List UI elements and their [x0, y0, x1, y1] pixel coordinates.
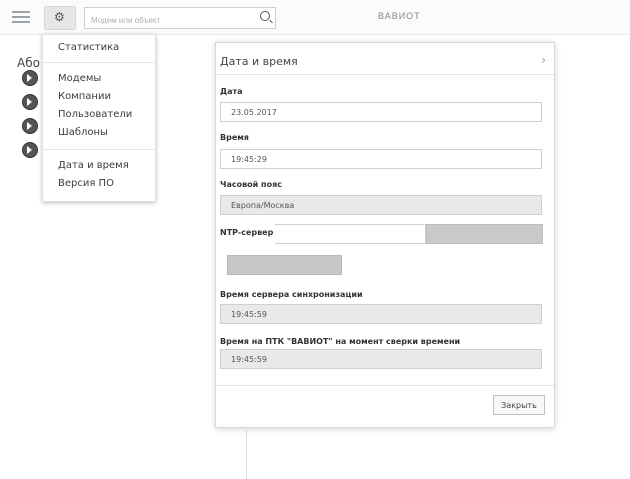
logo: ВАВИОТ	[378, 11, 421, 21]
sync-time-label: Время сервера синхронизации	[220, 290, 363, 299]
menu-divider	[43, 62, 155, 63]
menu-item-statistics[interactable]: Статистика	[58, 42, 119, 53]
menu-item-companies[interactable]: Компании	[58, 91, 111, 102]
date-value: 23.05.2017	[231, 108, 277, 117]
menu-item-templates[interactable]: Шаблоны	[58, 127, 108, 138]
ntp-server-action[interactable]	[426, 224, 543, 244]
menu-item-date-time[interactable]: Дата и время	[58, 160, 129, 171]
settings-dropdown-menu: Статистика Модемы Компании Пользователи …	[42, 34, 156, 202]
menu-item-modems[interactable]: Модемы	[58, 73, 101, 84]
time-value: 19:45:29	[231, 155, 267, 164]
timezone-select[interactable]: Европа/Москва	[220, 195, 542, 215]
close-button[interactable]: Закрыть	[493, 395, 545, 415]
divider	[216, 385, 554, 386]
row-expand-icon[interactable]	[22, 142, 38, 158]
ntp-server-field	[275, 224, 426, 247]
settings-button[interactable]: ⚙	[44, 6, 76, 30]
menu-item-software-version[interactable]: Версия ПО	[58, 178, 114, 189]
ntp-server-label: NTP-сервер	[220, 228, 274, 237]
timezone-label: Часовой пояс	[220, 180, 282, 189]
row-expand-icon[interactable]	[22, 70, 38, 86]
top-bar: ⚙ ВАВИОТ	[0, 0, 630, 35]
ptk-time-label: Время на ПТК "ВАВИОТ" на момент сверки в…	[220, 337, 461, 346]
menu-divider	[43, 149, 155, 150]
date-time-dialog: Дата и время › Дата 23.05.2017 Время 19:…	[215, 42, 555, 428]
search-icon[interactable]	[260, 11, 270, 21]
sync-time-value: 19:45:59	[231, 310, 267, 319]
menu-item-users[interactable]: Пользователи	[58, 109, 132, 120]
ptk-time-field: 19:45:59	[220, 349, 542, 369]
page-title: Або	[17, 56, 40, 70]
time-label: Время	[220, 133, 249, 142]
sync-button[interactable]	[227, 255, 342, 275]
row-expand-icon[interactable]	[22, 118, 38, 134]
date-label: Дата	[220, 87, 243, 96]
search-box	[84, 7, 276, 30]
close-icon[interactable]: ›	[541, 53, 546, 67]
timezone-value: Европа/Москва	[231, 201, 295, 210]
time-field[interactable]: 19:45:29	[220, 149, 542, 169]
row-expand-icon[interactable]	[22, 94, 38, 110]
search-input[interactable]	[85, 11, 257, 30]
divider	[246, 430, 247, 479]
sync-time-field: 19:45:59	[220, 304, 542, 324]
dialog-title: Дата и время	[220, 55, 298, 68]
ptk-time-value: 19:45:59	[231, 355, 267, 364]
divider	[216, 74, 554, 75]
ntp-server-input[interactable]	[275, 228, 419, 247]
date-field[interactable]: 23.05.2017	[220, 102, 542, 122]
gear-icon: ⚙	[54, 10, 65, 24]
hamburger-menu-icon[interactable]	[12, 11, 30, 23]
